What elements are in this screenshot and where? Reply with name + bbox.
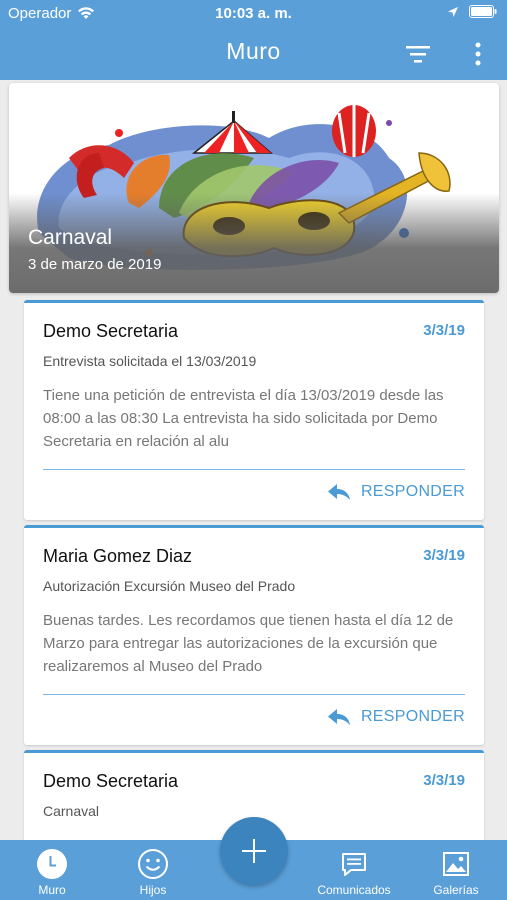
- post-subject: Autorización Excursión Museo del Prado: [43, 578, 296, 594]
- battery-icon: [469, 5, 497, 18]
- post-divider: [43, 694, 465, 695]
- reply-icon: [327, 709, 350, 725]
- post-date: 3/3/19: [423, 547, 465, 564]
- post-subject: Carnaval: [43, 803, 100, 819]
- post-subject: Entrevista solicitada el 13/03/2019: [43, 353, 257, 369]
- reply-label: RESPONDER: [360, 483, 465, 500]
- clock-icon: [35, 847, 69, 881]
- tab-label: Comunicados: [317, 883, 391, 897]
- tab-label: Galerías: [433, 883, 479, 897]
- status-right: [447, 5, 497, 18]
- post-card[interactable]: Demo Secretaria 3/3/19 Entrevista solici…: [24, 300, 484, 520]
- nav-bar: Muro: [0, 28, 507, 80]
- post-body: Buenas tardes. Les recordamos que tienen…: [43, 612, 454, 675]
- status-bar: Operador 10:03 a. m.: [0, 0, 507, 28]
- post-divider: [43, 469, 465, 470]
- message-icon: [339, 847, 369, 881]
- reply-icon: [327, 484, 350, 500]
- reply-label: RESPONDER: [360, 708, 465, 725]
- event-date: 3 de marzo de 2019: [28, 256, 162, 273]
- tab-label: Hijos: [139, 883, 167, 897]
- post-date: 3/3/19: [423, 772, 465, 789]
- smiley-icon: [136, 847, 170, 881]
- post-date: 3/3/19: [423, 322, 465, 339]
- clock-time: 10:03 a. m.: [215, 5, 292, 22]
- wall-feed[interactable]: Carnaval 3 de marzo de 2019 Demo Secreta…: [0, 80, 507, 840]
- tab-comunicados[interactable]: Comunicados: [309, 840, 399, 900]
- post-author: Demo Secretaria: [43, 321, 179, 341]
- reply-button[interactable]: RESPONDER: [327, 708, 465, 726]
- add-button[interactable]: [220, 817, 288, 885]
- more-vertical-icon[interactable]: [471, 40, 485, 68]
- tab-hijos[interactable]: Hijos: [108, 840, 198, 900]
- tab-galerias[interactable]: Galerías: [411, 840, 501, 900]
- gallery-icon: [441, 847, 471, 881]
- reply-button[interactable]: RESPONDER: [327, 483, 465, 501]
- plus-icon: [242, 839, 266, 863]
- location-arrow-icon: [448, 6, 458, 17]
- event-title: Carnaval: [28, 226, 113, 249]
- filter-icon[interactable]: [405, 42, 431, 66]
- post-card[interactable]: Maria Gomez Diaz 3/3/19 Autorización Exc…: [24, 525, 484, 745]
- post-body: Tiene una petición de entrevista el día …: [43, 387, 444, 450]
- post-author: Demo Secretaria: [43, 771, 179, 791]
- featured-event-card[interactable]: Carnaval 3 de marzo de 2019: [9, 83, 499, 293]
- post-author: Maria Gomez Diaz: [43, 546, 193, 566]
- tab-muro[interactable]: Muro: [7, 840, 97, 900]
- tab-label: Muro: [38, 883, 66, 897]
